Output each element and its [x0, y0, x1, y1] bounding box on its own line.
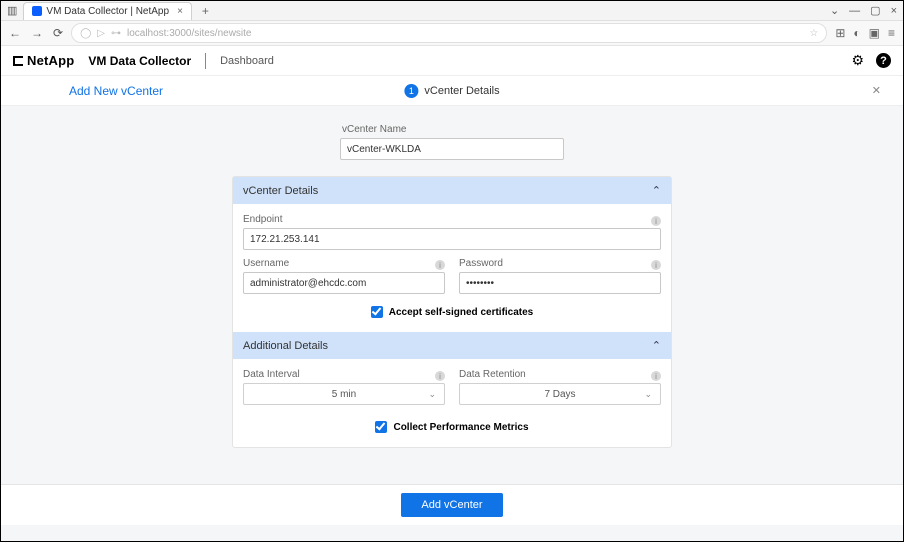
select-value: 5 min	[332, 389, 356, 400]
page-subheader: Add New vCenter 1 vCenter Details ✕	[1, 76, 903, 106]
page-title: Add New vCenter	[21, 84, 163, 98]
browser-titlebar: ▥ VM Data Collector | NetApp × + ⌄ — ▢ ×	[1, 1, 903, 21]
data-retention-label: Data Retention	[459, 369, 526, 380]
chevron-down-icon: ⌄	[644, 389, 652, 400]
chevron-down-icon: ⌄	[428, 389, 436, 400]
section-additional-details-header[interactable]: Additional Details ⌃	[233, 332, 671, 359]
site-info-icon: ▷	[97, 28, 105, 39]
accept-cert-label: Accept self-signed certificates	[389, 307, 534, 318]
gear-icon[interactable]: ⚙	[851, 52, 864, 69]
collect-metrics-checkbox[interactable]	[375, 421, 387, 433]
url-input[interactable]: ◯ ▷ ⊶ localhost:3000/sites/newsite ☆	[71, 23, 827, 43]
browser-address-bar: ← → ⟳ ◯ ▷ ⊶ localhost:3000/sites/newsite…	[1, 21, 903, 46]
data-interval-label: Data Interval	[243, 369, 300, 380]
section-vcenter-details-header[interactable]: vCenter Details ⌃	[233, 177, 671, 204]
tab-favicon	[32, 6, 42, 16]
password-input[interactable]	[459, 272, 661, 294]
section-title: Additional Details	[243, 340, 328, 352]
password-label: Password	[459, 258, 503, 269]
username-label: Username	[243, 258, 289, 269]
section-vcenter-details-body: Endpoint i Username i	[233, 204, 671, 332]
info-icon[interactable]: i	[651, 260, 661, 270]
content-area: vCenter Name vCenter Details ⌃ Endpoint …	[1, 106, 903, 541]
info-icon[interactable]: i	[651, 216, 661, 226]
account-icon[interactable]: ◐	[853, 26, 860, 40]
tab-close-icon[interactable]: ×	[177, 6, 183, 17]
hamburger-menu-icon[interactable]: ≡	[888, 26, 895, 40]
data-retention-select[interactable]: 7 Days ⌄	[459, 383, 661, 405]
window-restore-icon[interactable]: ▢	[870, 4, 880, 17]
bookmark-star-icon[interactable]: ☆	[809, 28, 818, 39]
close-panel-icon[interactable]: ✕	[872, 84, 881, 97]
vcenter-name-label: vCenter Name	[342, 124, 564, 135]
nav-reload-icon[interactable]: ⟳	[53, 26, 63, 40]
app-header: NetApp VM Data Collector Dashboard ⚙ ?	[1, 46, 903, 76]
info-icon[interactable]: i	[651, 371, 661, 381]
extension-icon[interactable]: ⊞	[835, 26, 845, 40]
username-input[interactable]	[243, 272, 445, 294]
step-badge: 1	[404, 84, 418, 98]
info-icon[interactable]: i	[435, 260, 445, 270]
breadcrumb[interactable]: Dashboard	[220, 55, 274, 67]
brand-mark-icon	[13, 56, 23, 66]
tab-strip-icon: ▥	[7, 4, 17, 17]
select-value: 7 Days	[544, 389, 575, 400]
help-icon[interactable]: ?	[876, 53, 891, 68]
new-tab-button[interactable]: +	[198, 4, 213, 18]
reader-icon[interactable]: ▣	[869, 26, 880, 40]
shield-icon: ◯	[80, 28, 91, 39]
data-interval-select[interactable]: 5 min ⌄	[243, 383, 445, 405]
brand-logo: NetApp	[13, 53, 74, 68]
chevron-up-icon: ⌃	[652, 184, 661, 197]
add-vcenter-button[interactable]: Add vCenter	[401, 493, 502, 517]
url-text: localhost:3000/sites/newsite	[127, 28, 252, 39]
wizard-step: 1 vCenter Details	[404, 84, 499, 98]
info-icon[interactable]: i	[435, 371, 445, 381]
window-close-icon[interactable]: ×	[891, 5, 897, 17]
endpoint-label: Endpoint	[243, 214, 282, 225]
window-minimize-icon[interactable]: —	[849, 5, 860, 17]
endpoint-input[interactable]	[243, 228, 661, 250]
vcenter-name-input[interactable]	[340, 138, 564, 160]
form-footer: Add vCenter	[1, 484, 903, 525]
step-label: vCenter Details	[424, 85, 499, 97]
form-panel: vCenter Details ⌃ Endpoint i	[232, 176, 672, 448]
section-additional-details-body: Data Interval i 5 min ⌄ Data Retention	[233, 359, 671, 447]
nav-forward-icon[interactable]: →	[31, 26, 43, 40]
collect-metrics-label: Collect Performance Metrics	[393, 422, 528, 433]
app-name: VM Data Collector	[88, 54, 191, 68]
brand-text: NetApp	[27, 53, 74, 68]
window-chevron-icon[interactable]: ⌄	[830, 4, 839, 17]
nav-back-icon[interactable]: ←	[9, 26, 21, 40]
lock-icon: ⊶	[111, 28, 121, 39]
header-divider	[205, 53, 206, 69]
section-title: vCenter Details	[243, 185, 318, 197]
chevron-up-icon: ⌃	[652, 339, 661, 352]
accept-cert-checkbox[interactable]	[371, 306, 383, 318]
tab-title: VM Data Collector | NetApp	[46, 6, 169, 17]
browser-tab[interactable]: VM Data Collector | NetApp ×	[23, 2, 192, 20]
